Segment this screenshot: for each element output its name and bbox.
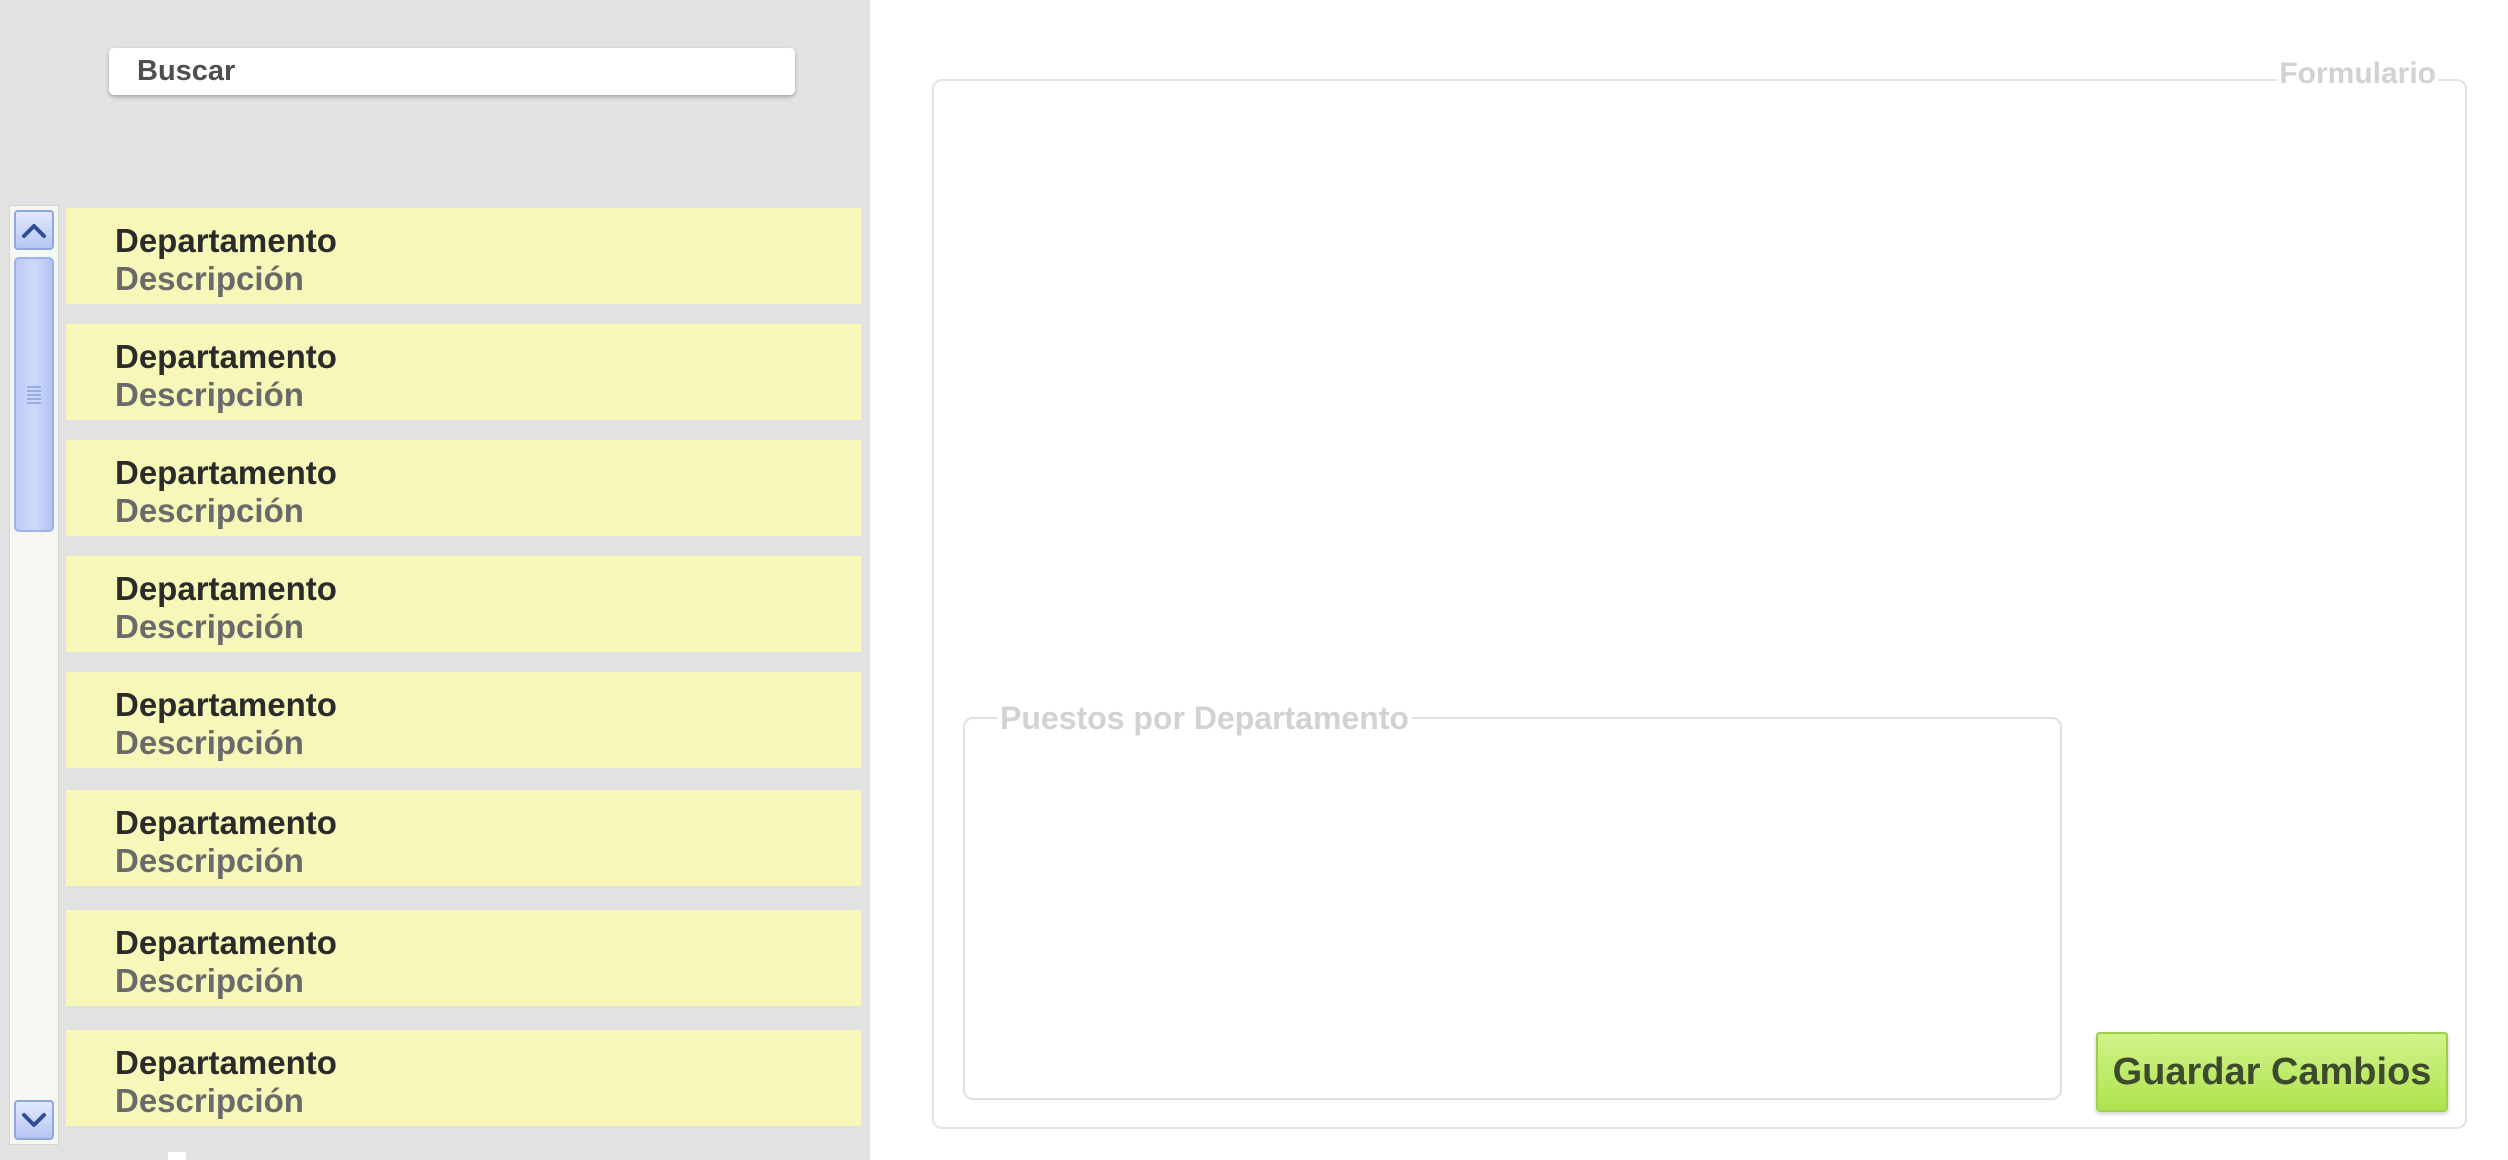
department-description: Descripción xyxy=(115,608,304,645)
department-description: Descripción xyxy=(115,1082,304,1119)
form-legend: Formulario xyxy=(2277,56,2438,92)
department-title: Departamento xyxy=(115,804,337,841)
chevron-up-icon xyxy=(22,224,46,238)
department-list-item[interactable]: Departamento Descripción xyxy=(66,790,861,886)
department-list-item[interactable]: Departamento Descripción xyxy=(66,910,861,1006)
chevron-down-icon xyxy=(22,1113,46,1127)
department-list-item[interactable]: Departamento Descripción xyxy=(66,1030,861,1126)
scroll-up-button[interactable] xyxy=(14,210,54,250)
department-title: Departamento xyxy=(115,924,337,961)
department-description: Descripción xyxy=(115,376,304,413)
resize-handle xyxy=(168,1152,186,1160)
department-description: Descripción xyxy=(115,962,304,999)
department-list-item[interactable]: Departamento Descripción xyxy=(66,208,861,304)
list-scrollbar[interactable] xyxy=(9,205,59,1145)
department-title: Departamento xyxy=(115,1044,337,1081)
sidebar: Buscar Departamento Descripción Departam… xyxy=(0,0,870,1160)
department-title: Departamento xyxy=(115,338,337,375)
search-input[interactable]: Buscar xyxy=(109,48,795,95)
puestos-legend: Puestos por Departamento xyxy=(997,700,1412,736)
department-description: Descripción xyxy=(115,842,304,879)
department-description: Descripción xyxy=(115,260,304,297)
department-title: Departamento xyxy=(115,570,337,607)
department-description: Descripción xyxy=(115,724,304,761)
scroll-thumb[interactable] xyxy=(14,257,54,532)
department-list-item[interactable]: Departamento Descripción xyxy=(66,440,861,536)
scroll-down-button[interactable] xyxy=(14,1100,54,1140)
department-list-item[interactable]: Departamento Descripción xyxy=(66,672,861,768)
department-description: Descripción xyxy=(115,492,304,529)
grip-lines-icon xyxy=(27,385,41,404)
department-title: Departamento xyxy=(115,454,337,491)
department-title: Departamento xyxy=(115,686,337,723)
save-changes-button[interactable]: Guardar Cambios xyxy=(2096,1032,2448,1112)
department-list-item[interactable]: Departamento Descripción xyxy=(66,556,861,652)
puestos-panel xyxy=(963,717,2062,1100)
department-title: Departamento xyxy=(115,222,337,259)
department-list-item[interactable]: Departamento Descripción xyxy=(66,324,861,420)
